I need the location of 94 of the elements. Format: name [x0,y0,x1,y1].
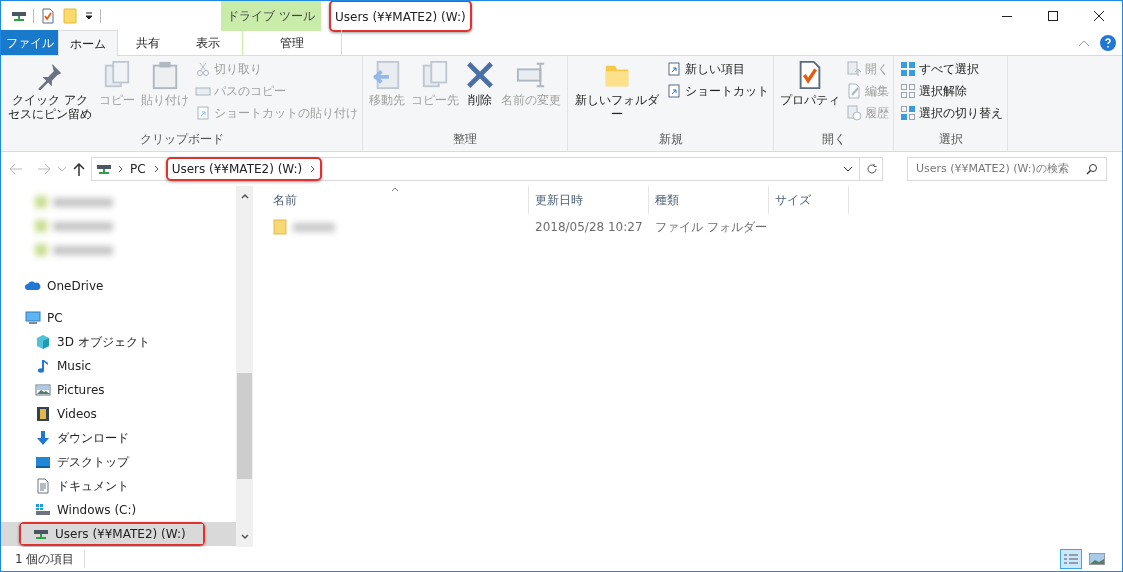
details-view-button[interactable] [1060,549,1082,569]
group-label: 選択 [937,131,964,148]
copy-icon [420,60,450,90]
ribbon-button[interactable]: 新しい項目 [666,60,769,78]
ribbon-tab[interactable]: ファイル [1,30,58,55]
group-label: クリップボード [138,131,225,148]
search-icon [1086,163,1098,175]
folder-icon [273,219,287,235]
column-header[interactable]: 更新日時 [529,186,649,214]
select-all-icon [900,61,916,77]
history-icon [846,105,862,121]
breadcrumb[interactable]: PC [130,160,146,178]
column-header[interactable]: 名前 [267,186,529,214]
monitor-icon [25,310,41,326]
ribbon-button[interactable]: 選択解除 [900,82,1003,100]
column-header[interactable]: サイズ [769,186,849,214]
collapse-ribbon-icon[interactable] [1078,39,1090,47]
refresh-icon[interactable] [866,163,878,175]
shortcut-icon [195,105,211,121]
nav-item[interactable]: Music [1,354,236,378]
chevron-down-icon[interactable] [843,166,853,172]
shortcut-icon [666,83,682,99]
open-icon [846,61,862,77]
sort-indicator-icon [391,187,399,192]
scroll-down-icon[interactable] [240,533,249,541]
rename-icon [516,60,546,90]
column-header[interactable]: 種類 [649,186,769,214]
list-icon [1063,553,1079,565]
address-bar[interactable]: PC Users (¥¥MATE2) (W:) [91,157,883,181]
close-icon [1094,11,1104,21]
properties-icon[interactable] [40,8,56,24]
pictures-icon [35,382,51,398]
nav-item[interactable]: デスクトップ [1,450,236,474]
picture-icon [1089,553,1105,565]
nav-item[interactable]: 3D オブジェクト [1,330,236,354]
scroll-up-icon[interactable] [240,192,249,200]
ribbon-tab[interactable]: ホーム [58,30,118,56]
nav-item[interactable]: OneDrive [1,274,236,298]
group-label: 新規 [657,131,684,148]
table-cell-text: ファイル フォルダー [654,219,768,236]
cube-icon [35,334,51,350]
ribbon-tab[interactable]: 表示 [178,30,238,55]
chevron-right-icon [153,165,160,173]
scroll-thumb[interactable] [237,373,252,479]
scrollbar[interactable] [236,186,253,547]
delete-icon [465,60,495,90]
down-arrow-icon [35,430,51,446]
ribbon-tab[interactable]: 共有 [118,30,178,55]
nav-item[interactable]: Users (¥¥MATE2) (W:) [21,524,203,544]
ribbon-button[interactable]: 新しいフォルダー [572,60,662,130]
minimize-icon [1002,15,1012,17]
nav-item[interactable]: Pictures [1,378,236,402]
chevron-right-icon [118,165,124,173]
maximize-icon [1048,11,1058,21]
ribbon-button[interactable]: ショートカット [666,82,769,100]
breadcrumb[interactable]: Users (¥¥MATE2) (W:) [171,160,303,178]
new-item-icon [666,61,682,77]
chevron-right-icon [310,165,317,173]
drive-icon [35,502,51,518]
forward-icon[interactable] [37,163,51,175]
ribbon-button[interactable]: すべて選択 [900,60,1003,78]
invert-selection-icon [900,105,916,121]
ribbon-button[interactable]: クイック アクセスにピン留め [5,60,95,130]
edit-icon [846,83,862,99]
back-icon[interactable] [9,163,23,175]
desktop-icon [35,454,51,470]
ribbon-button[interactable]: 選択の切り替え [900,104,1003,122]
search-field[interactable]: Users (¥¥MATE2) (W:)の検索 [907,157,1107,181]
select-none-icon [900,83,916,99]
status-text: 1 個の項目 [15,550,86,568]
redacted-text [293,222,335,232]
move-icon [372,60,402,90]
document-icon [35,478,51,494]
ribbon-button[interactable]: プロパティ [778,60,842,130]
nav-item[interactable]: ドキュメント [1,474,236,498]
group-label: 開く [820,131,847,148]
caret-icon[interactable] [84,11,94,21]
ribbon-button[interactable]: 削除 [463,60,497,130]
film-icon [35,406,51,422]
scissors-icon [195,61,211,77]
context-tab-group: ドライブ ツール [221,1,321,31]
clipboard-icon [150,60,180,90]
table-cell-text: 2018/05/28 10:27 [534,219,644,236]
music-note-icon [35,358,51,374]
copy-icon [102,60,132,90]
nav-item[interactable]: Windows (C:) [1,498,236,522]
nav-item[interactable]: PC [1,306,236,330]
nav-item[interactable]: ダウンロード [1,426,236,450]
window-title: Users (¥¥MATE2) (W:) [335,10,466,24]
up-icon[interactable] [73,162,85,176]
help-icon[interactable] [1100,35,1116,51]
ribbon-tab[interactable]: 管理 [242,30,342,55]
nav-item[interactable]: Videos [1,402,236,426]
group-label: 整理 [452,131,478,148]
